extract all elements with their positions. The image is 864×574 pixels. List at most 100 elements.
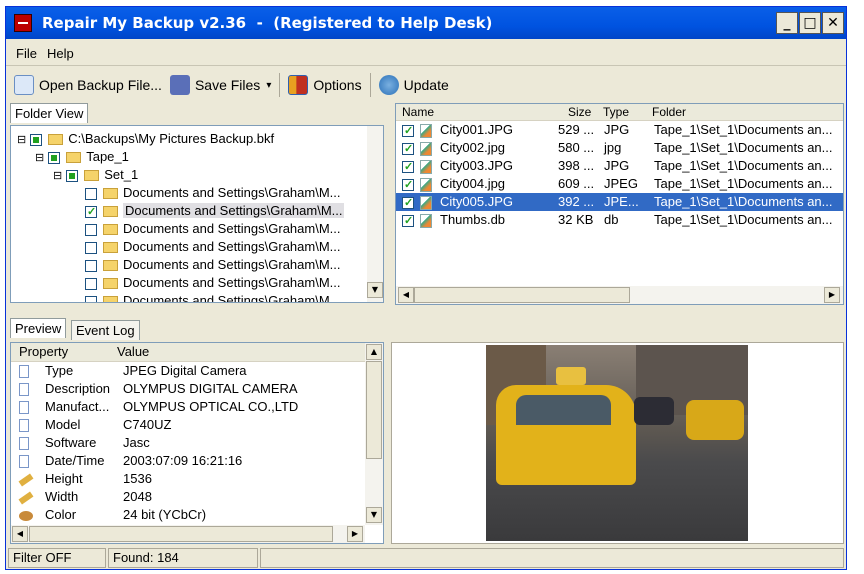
scroll-left-button[interactable]: ◀	[12, 526, 28, 542]
file-checkbox[interactable]	[402, 122, 414, 140]
file-checkbox[interactable]	[402, 158, 414, 176]
update-button[interactable]: Update	[378, 75, 449, 95]
tree-node[interactable]: Documents and Settings\Graham\M...	[17, 238, 383, 256]
collapse-icon[interactable]: ⊟	[35, 152, 44, 164]
tree-node[interactable]: Documents and Settings\Graham\M...	[17, 184, 383, 202]
file-row[interactable]: City005.JPG 392 ... JPE... Tape_1\Set_1\…	[396, 193, 843, 212]
tree-node[interactable]: Documents and Settings\Graham\M...	[17, 220, 383, 238]
collapse-icon[interactable]: ⊟	[53, 170, 62, 182]
tree-node[interactable]: Documents and Settings\Graham\M...	[17, 256, 383, 274]
property-name: Software	[45, 435, 97, 450]
file-list-hscrollbar[interactable]: ◀ ▶	[396, 286, 843, 304]
scroll-right-button[interactable]: ▶	[824, 287, 840, 303]
property-name: Date/Time	[45, 453, 105, 468]
open-label: Open Backup File...	[39, 77, 162, 93]
property-row[interactable]: Description OLYMPUS DIGITAL CAMERA	[19, 380, 383, 398]
tab-preview[interactable]: Preview	[10, 318, 67, 338]
minimize-button[interactable]: _	[776, 12, 798, 34]
file-checkbox[interactable]	[402, 212, 414, 230]
property-row[interactable]: Manufact... OLYMPUS OPTICAL CO.,LTD	[19, 398, 383, 416]
file-row[interactable]: City002.jpg 580 ... jpg Tape_1\Set_1\Doc…	[396, 139, 843, 158]
separator	[369, 73, 371, 97]
tree-checkbox[interactable]	[85, 241, 97, 254]
file-checkbox[interactable]	[402, 140, 414, 158]
tree-label: Documents and Settings\Graham\M...	[123, 293, 341, 303]
tree-node[interactable]: Documents and Settings\Graham\M...	[17, 202, 383, 221]
tree-checkbox[interactable]	[85, 187, 97, 200]
file-type: JPG	[604, 122, 630, 137]
file-checkbox[interactable]	[402, 194, 414, 212]
open-backup-button[interactable]: Open Backup File...	[14, 75, 162, 95]
scroll-down-button[interactable]: ▼	[367, 282, 383, 298]
property-row[interactable]: Model C740UZ	[19, 416, 383, 434]
property-row[interactable]: Height 1536	[18, 470, 383, 488]
tree-node[interactable]: ⊟ C:\Backups\My Pictures Backup.bkf	[17, 130, 383, 148]
menu-help[interactable]: Help	[47, 46, 74, 61]
file-folder: Tape_1\Set_1\Documents an...	[654, 122, 833, 137]
file-row[interactable]: Thumbs.db 32 KB db Tape_1\Set_1\Document…	[396, 211, 843, 230]
dropdown-arrow-icon[interactable]: ▾	[266, 80, 271, 91]
app-icon	[14, 14, 32, 32]
property-row[interactable]: Date/Time 2003:07:09 16:21:16	[19, 452, 383, 470]
col-value[interactable]: Value	[117, 344, 149, 359]
tree-checkbox[interactable]	[66, 169, 79, 182]
scroll-left-button[interactable]: ◀	[398, 287, 414, 303]
close-button[interactable]: ✕	[822, 12, 844, 34]
col-type[interactable]: Type	[603, 105, 629, 119]
tree-checkbox[interactable]	[85, 203, 97, 221]
tree-checkbox[interactable]	[85, 223, 97, 236]
status-found: Found: 184	[108, 548, 258, 568]
file-size: 32 KB	[558, 212, 594, 227]
col-name[interactable]: Name	[402, 105, 434, 119]
tree-checkbox[interactable]	[85, 295, 97, 302]
scroll-thumb[interactable]	[414, 287, 630, 303]
collapse-icon[interactable]: ⊟	[17, 134, 26, 146]
toolbar: Open Backup File... Save Files ▾ Options …	[6, 69, 846, 101]
property-row[interactable]: Software Jasc	[19, 434, 383, 452]
property-row[interactable]: Type JPEG Digital Camera	[19, 362, 383, 380]
tree-checkbox[interactable]	[30, 133, 43, 146]
tree-node[interactable]: Documents and Settings\Graham\M...	[17, 274, 383, 292]
file-name: City002.jpg	[440, 140, 506, 155]
tree-label: Documents and Settings\Graham\M...	[123, 239, 341, 254]
save-files-button[interactable]: Save Files ▾	[169, 75, 271, 95]
file-folder: Tape_1\Set_1\Documents an...	[654, 194, 833, 209]
col-folder[interactable]: Folder	[652, 105, 686, 119]
tree-node[interactable]: Documents and Settings\Graham\M...	[17, 292, 383, 303]
tree-node[interactable]: ⊟ Tape_1	[17, 148, 383, 166]
palette-icon	[19, 510, 33, 521]
tree-checkbox[interactable]	[48, 151, 61, 164]
property-row[interactable]: Color 24 bit (YCbCr)	[19, 506, 383, 524]
file-checkbox[interactable]	[402, 176, 414, 194]
properties-hscrollbar[interactable]: ◀ ▶	[11, 525, 365, 543]
file-row[interactable]: City004.jpg 609 ... JPEG Tape_1\Set_1\Do…	[396, 175, 843, 194]
folder-icon	[103, 188, 118, 200]
col-size[interactable]: Size	[568, 105, 591, 119]
ruler-icon	[18, 491, 34, 505]
properties-vscrollbar[interactable]: ▲ ▼	[365, 343, 383, 525]
folder-icon	[103, 260, 118, 272]
title-bar: Repair My Backup v2.36 - (Registered to …	[6, 7, 846, 39]
scroll-right-button[interactable]: ▶	[347, 526, 363, 542]
maximize-button[interactable]: □	[799, 12, 821, 34]
file-row[interactable]: City003.JPG 398 ... JPG Tape_1\Set_1\Doc…	[396, 157, 843, 176]
file-size: 609 ...	[558, 176, 595, 191]
scroll-thumb[interactable]	[366, 361, 382, 459]
file-type: db	[604, 212, 619, 227]
menu-file[interactable]: File	[16, 46, 37, 61]
scroll-up-button[interactable]: ▲	[366, 344, 382, 360]
tab-folder-view[interactable]: Folder View	[10, 103, 89, 123]
scroll-down-button[interactable]: ▼	[366, 507, 382, 523]
options-button[interactable]: Options	[288, 75, 362, 95]
scroll-thumb[interactable]	[29, 526, 333, 542]
file-row[interactable]: City001.JPG 529 ... JPG Tape_1\Set_1\Doc…	[396, 121, 843, 140]
tree-checkbox[interactable]	[85, 277, 97, 290]
tree-node[interactable]: ⊟ Set_1	[17, 166, 383, 184]
tab-event-log[interactable]: Event Log	[71, 320, 140, 340]
col-property[interactable]: Property	[19, 344, 68, 359]
property-name: Type	[45, 363, 74, 378]
options-icon	[288, 75, 309, 95]
tree-checkbox[interactable]	[85, 259, 97, 272]
tree-scrollbar[interactable]: ▼	[367, 126, 383, 302]
property-row[interactable]: Width 2048	[18, 488, 383, 506]
